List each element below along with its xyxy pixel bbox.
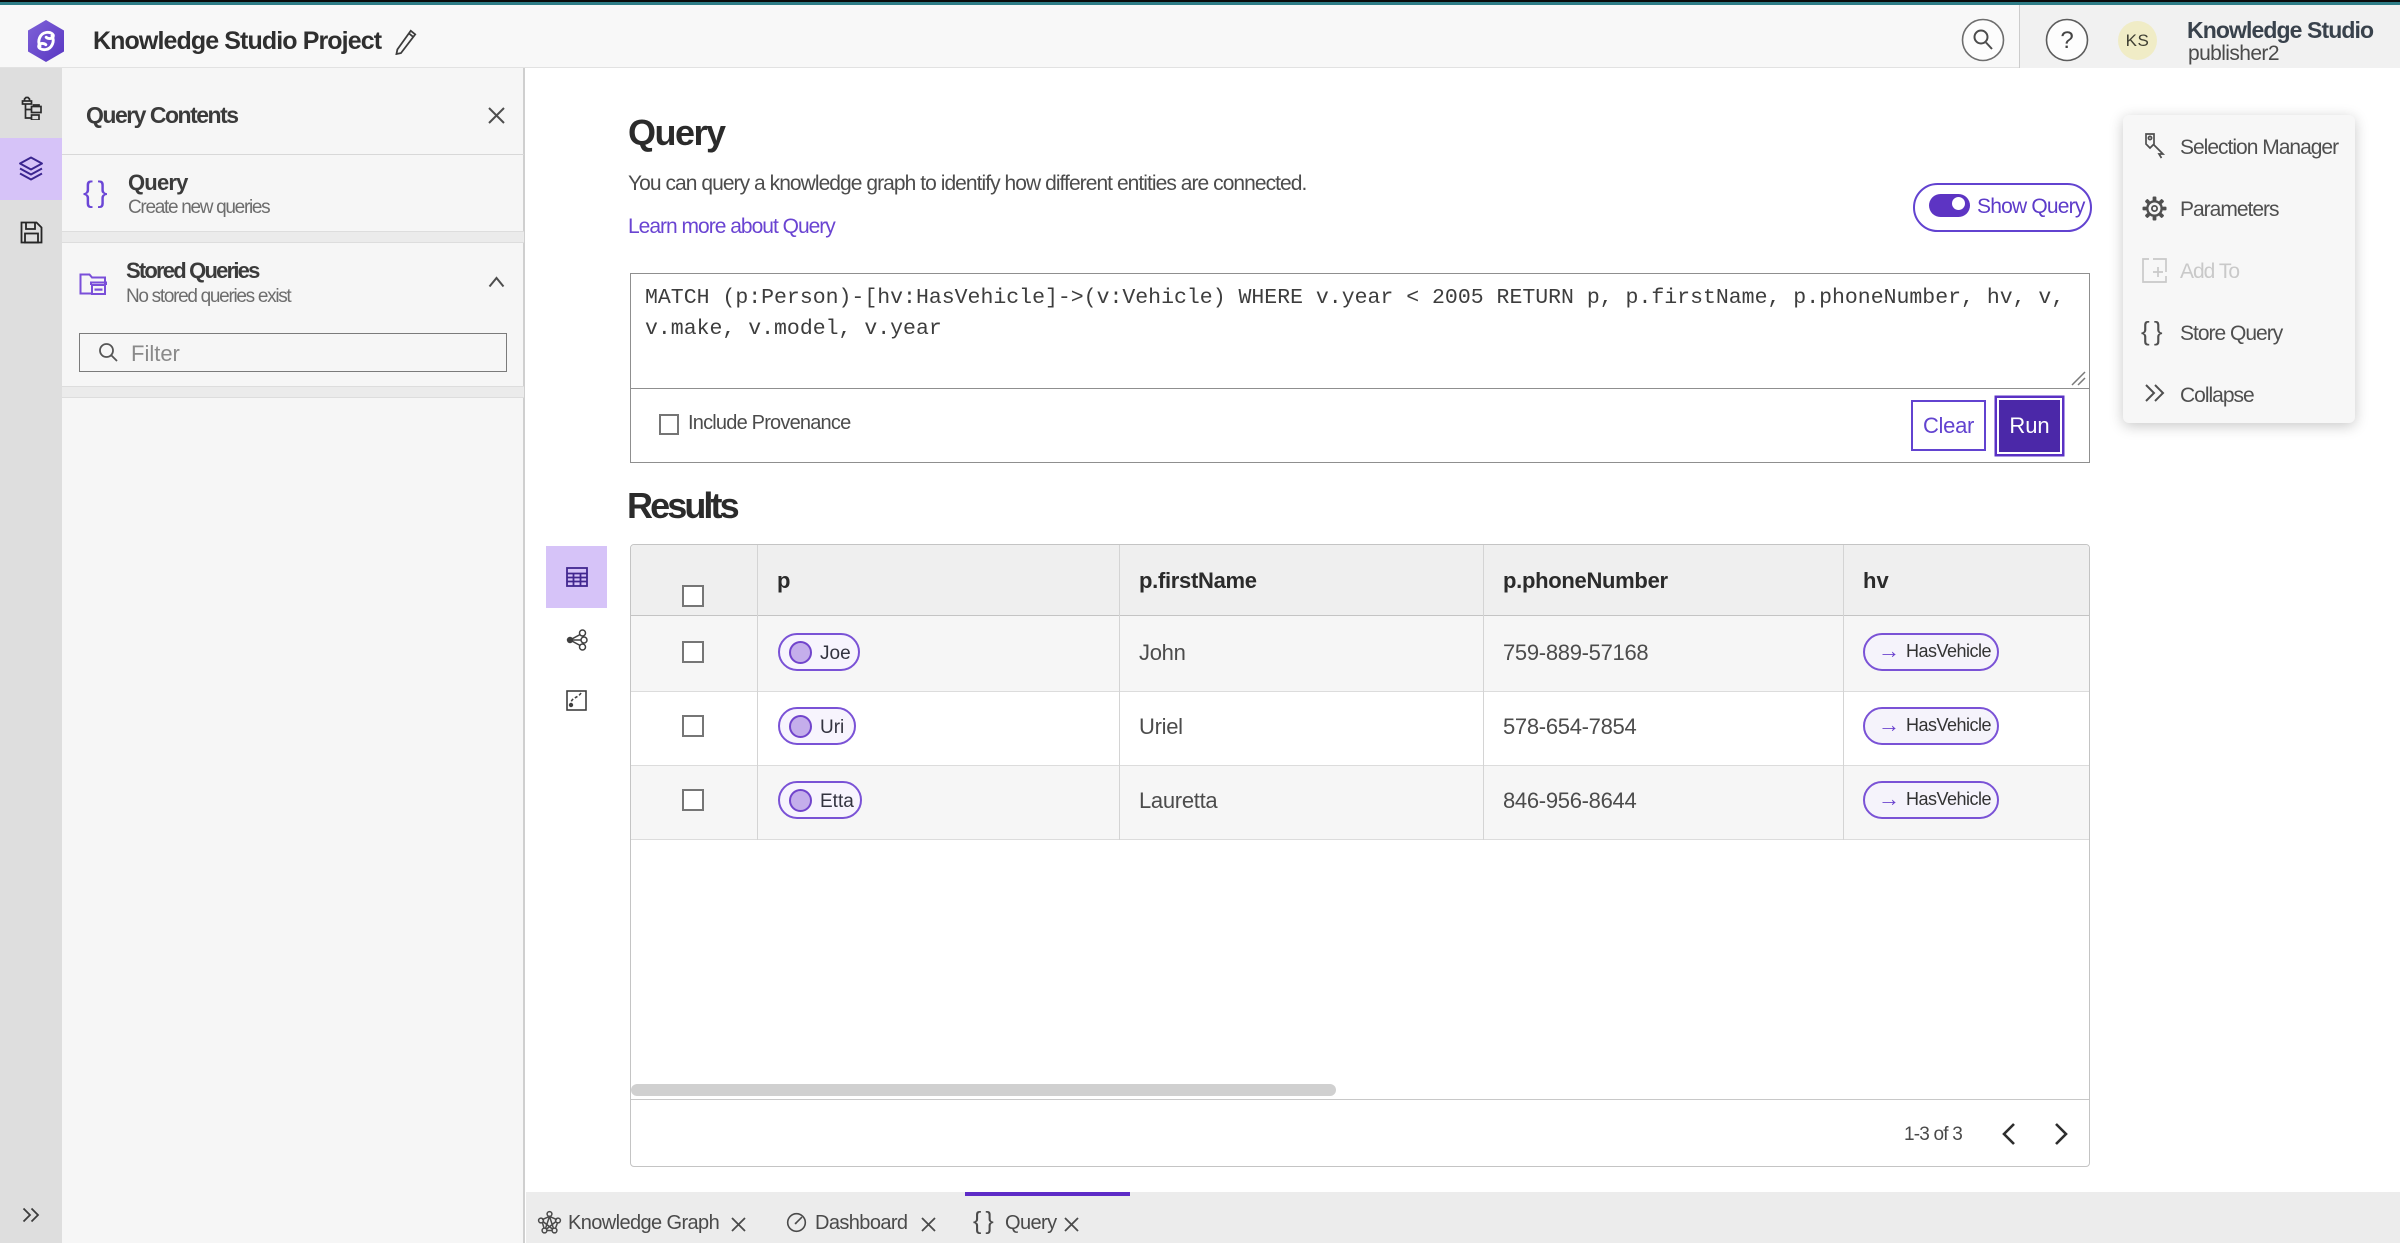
svg-text:?: ?	[2060, 27, 2073, 54]
